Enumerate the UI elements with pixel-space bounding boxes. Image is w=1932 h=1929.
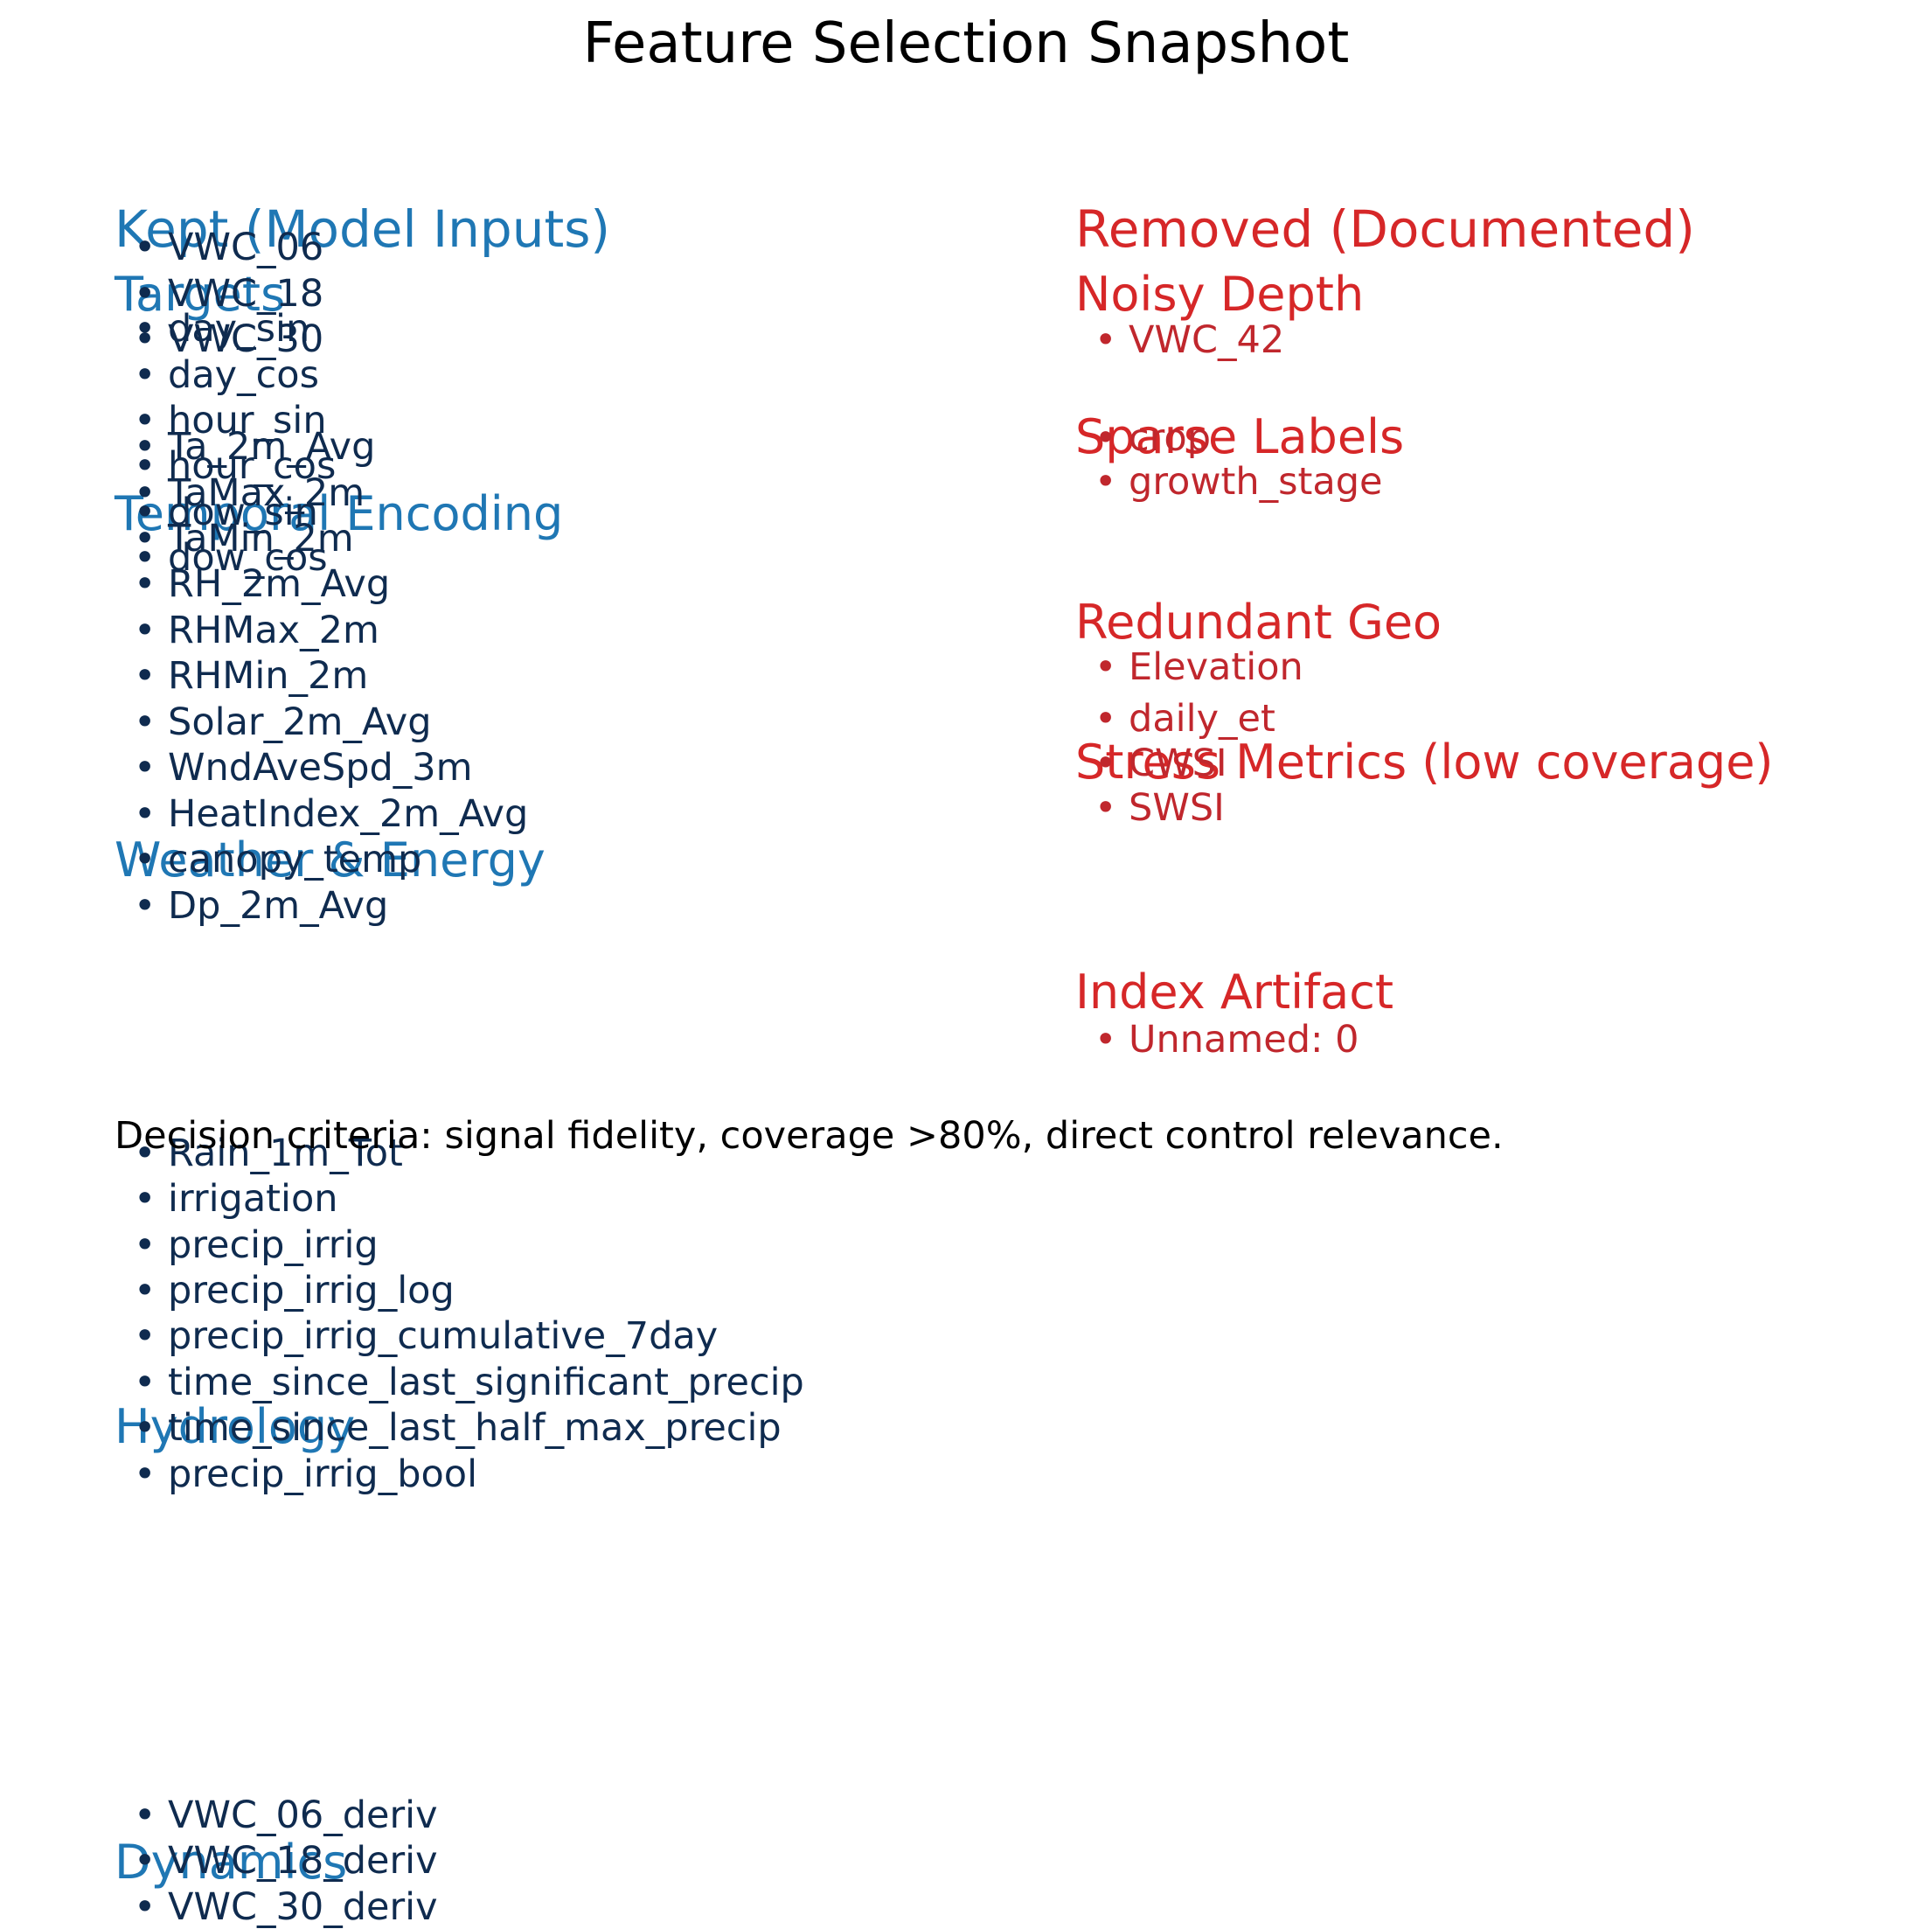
list-item: • SWSI — [1095, 786, 1225, 830]
decision-criteria-note: Decision criteria: signal fidelity, cove… — [115, 1114, 1504, 1158]
removed-group-label-redundant-geo: Redundant Geo — [1075, 595, 1442, 650]
list-item: • canopy_temp — [134, 838, 422, 881]
list-item: • Ta_2m_Avg — [134, 425, 376, 469]
list-item: • VWC_18_deriv — [134, 1839, 438, 1883]
list-item: • day_cos — [134, 353, 319, 397]
list-item: • RHMin_2m — [134, 654, 369, 698]
removed-group-label-index-artifact: Index Artifact — [1075, 964, 1394, 1020]
list-item: • time_since_last_significant_precip — [134, 1361, 804, 1404]
list-item: • VWC_30_deriv — [134, 1885, 438, 1929]
list-item: • precip_irrig_log — [134, 1269, 455, 1313]
list-item: • Elevation — [1095, 645, 1303, 689]
list-item: • RH_2m_Avg — [134, 562, 391, 606]
list-item: • crop — [1095, 416, 1212, 460]
list-item: • Unnamed: 0 — [1095, 1018, 1359, 1062]
list-item: • WndAveSpd_3m — [134, 746, 473, 790]
list-item: • HeatIndex_2m_Avg — [134, 792, 529, 836]
list-item: • growth_stage — [1095, 460, 1383, 504]
page-title: Feature Selection Snapshot — [582, 11, 1350, 76]
list-item: • precip_irrig_cumulative_7day — [134, 1314, 719, 1358]
list-item: • CWSI — [1095, 742, 1227, 785]
list-item: • VWC_42 — [1095, 318, 1285, 362]
list-item: • Solar_2m_Avg — [134, 700, 432, 744]
list-item: • VWC_06 — [134, 226, 324, 269]
list-item: • day_sin — [134, 307, 310, 351]
list-item: • time_since_last_half_max_precip — [134, 1406, 782, 1450]
list-item: • irrigation — [134, 1177, 338, 1221]
list-item: • RHMax_2m — [134, 609, 379, 652]
removed-heading: Removed (Documented) — [1075, 199, 1695, 259]
list-item: • Dp_2m_Avg — [134, 884, 389, 928]
list-item: • TaMax_2m — [134, 471, 365, 515]
list-item: • daily_et — [1095, 697, 1275, 741]
list-item: • VWC_06_deriv — [134, 1793, 438, 1837]
list-item: • precip_irrig — [134, 1223, 379, 1267]
list-item: • precip_irrig_bool — [134, 1452, 478, 1496]
list-item: • TaMin_2m — [134, 517, 354, 561]
removed-group-label-noisy-depth: Noisy Depth — [1075, 267, 1365, 322]
